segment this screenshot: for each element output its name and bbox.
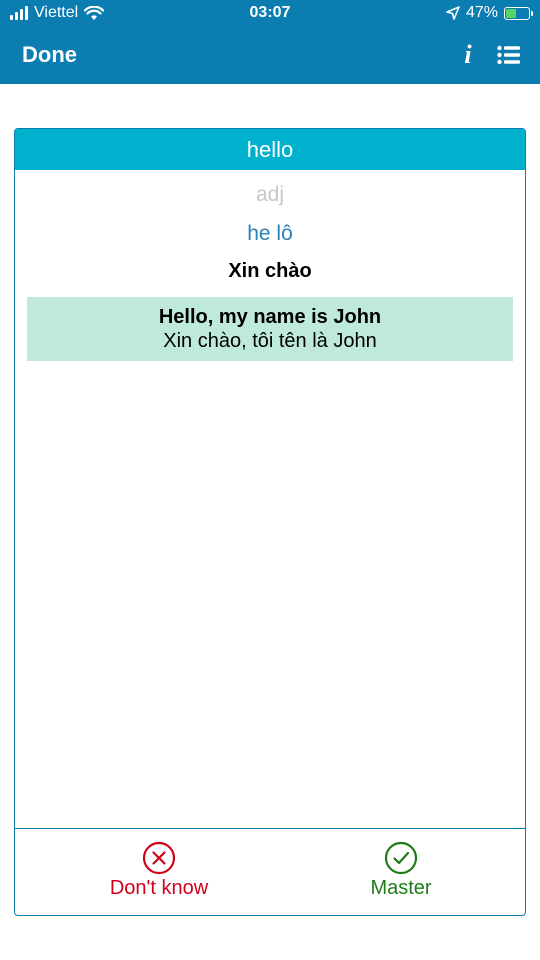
pronunciation: he lô xyxy=(247,222,293,245)
example-vietnamese: Xin chào, tôi tên là John xyxy=(163,330,377,352)
check-circle-icon xyxy=(384,841,418,875)
part-of-speech: adj xyxy=(255,183,285,206)
nav-row: Done i xyxy=(0,30,540,80)
flashcard: hello adj he lô Xin chào Hello, my name … xyxy=(14,128,526,916)
location-arrow-icon xyxy=(446,6,460,20)
battery-percent: 47% xyxy=(465,4,498,21)
master-label: Master xyxy=(370,877,432,899)
meaning: Xin chào xyxy=(228,260,312,282)
example-box: Hello, my name is John Xin chào, tôi tên… xyxy=(27,297,513,361)
dont-know-button[interactable]: Don't know xyxy=(59,841,259,900)
example-english: Hello, my name is John xyxy=(158,306,382,328)
info-icon[interactable]: i xyxy=(458,40,478,70)
dont-know-label: Don't know xyxy=(109,877,209,899)
status-bar: Viettel 03:07 47% xyxy=(0,0,540,28)
battery-icon xyxy=(504,6,533,20)
x-circle-icon xyxy=(142,841,176,875)
master-button[interactable]: Master xyxy=(301,841,501,900)
done-button[interactable]: Done xyxy=(22,42,77,68)
battery-level xyxy=(506,8,517,18)
card-actions: Don't know Master xyxy=(15,828,525,915)
top-bar: Viettel 03:07 47% Done i xyxy=(0,0,540,84)
card-word: hello xyxy=(15,129,525,170)
list-icon[interactable] xyxy=(497,44,521,66)
status-right: 47% xyxy=(446,4,533,22)
